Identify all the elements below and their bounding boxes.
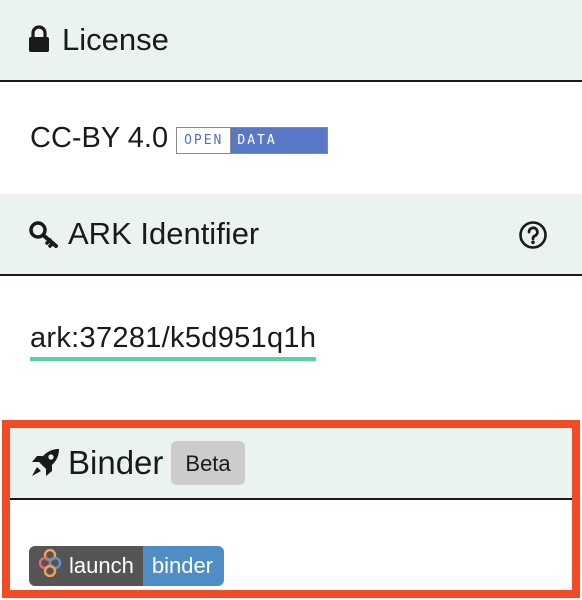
open-data-badge-open: OPEN — [177, 127, 232, 153]
open-data-badge[interactable]: OPEN DATA — [176, 126, 329, 154]
ark-body: ark:37281/k5d951q1h — [0, 276, 582, 420]
binder-title: Binder — [68, 444, 164, 481]
rocket-icon — [28, 446, 62, 480]
launch-binder-left: launch — [29, 546, 143, 586]
ark-title: ARK Identifier — [68, 216, 260, 251]
ark-identifier-link[interactable]: ark:37281/k5d951q1h — [30, 322, 317, 361]
dataset-sidebar: License CC-BY 4.0 OPEN DATA ARK Identifi… — [0, 0, 582, 600]
license-header: License — [0, 0, 582, 82]
binder-body: launch binder — [10, 500, 572, 590]
ark-header: ARK Identifier — [0, 194, 582, 276]
binder-logo-icon — [38, 548, 69, 583]
launch-label: launch — [69, 553, 134, 578]
key-icon — [28, 219, 60, 249]
binder-header: Binder Beta — [10, 428, 572, 500]
launch-binder-right: binder — [142, 546, 224, 586]
beta-badge: Beta — [171, 441, 245, 485]
binder-highlight: Binder Beta launch binder — [2, 420, 580, 598]
open-data-badge-data: DATA — [231, 127, 328, 153]
lock-icon — [28, 24, 50, 54]
license-value: CC-BY 4.0 — [30, 121, 169, 154]
license-body: CC-BY 4.0 OPEN DATA — [0, 82, 582, 194]
launch-binder-button[interactable]: launch binder — [29, 546, 224, 586]
question-circle-icon[interactable] — [518, 220, 548, 250]
license-title: License — [62, 22, 169, 57]
